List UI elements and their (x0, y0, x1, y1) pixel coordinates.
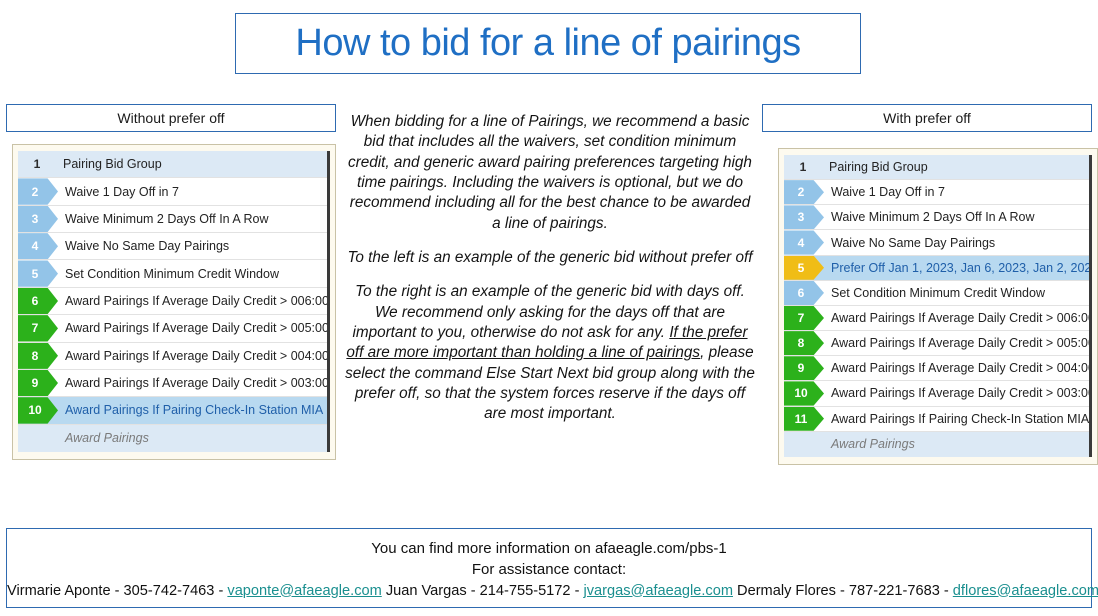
bid-row-arrow-icon: 8 (784, 331, 824, 356)
bid-row-label: Prefer Off Jan 1, 2023, Jan 6, 2023, Jan… (831, 260, 1089, 275)
bid-row[interactable]: 9 Award Pairings If Average Daily Credit … (18, 369, 327, 398)
footer-contacts-line: Virmarie Aponte - 305-742-7463 - vaponte… (7, 581, 1098, 602)
contact-email-link[interactable]: vaponte@afaeagle.com (227, 583, 381, 599)
bid-panel-without-prefer-off: 1 Pairing Bid Group 2 Waive 1 Day Off in 7 3… (12, 144, 336, 460)
explanatory-text: When bidding for a line of Pairings, we … (344, 112, 756, 425)
bid-row-label: Award Pairings If Average Daily Credit >… (65, 293, 327, 308)
bid-row-label: Award Pairings If Pairing Check-In Stati… (831, 411, 1089, 426)
page-title-box: How to bid for a line of pairings (235, 13, 861, 74)
bid-row-arrow-icon: 7 (784, 305, 824, 331)
bid-row[interactable]: 10 Award Pairings If Pairing Check-In Sta… (18, 397, 327, 425)
bid-row-arrow-icon: 4 (18, 233, 58, 260)
bid-row[interactable]: 1 Pairing Bid Group (784, 155, 1089, 181)
right-column-header-label: With prefer off (883, 110, 971, 126)
bid-row-arrow-icon: 3 (18, 205, 58, 233)
bid-row[interactable]: 8 Award Pairings If Average Daily Credit … (18, 342, 327, 370)
bid-row-label: Pairing Bid Group (63, 157, 162, 172)
bid-row-number: 1 (33, 157, 41, 172)
bid-row-arrow-icon: 2 (18, 178, 58, 205)
bid-row-label: Award Pairings If Pairing Check-In Stati… (65, 403, 324, 418)
bid-row-label: Set Condition Minimum Credit Window (65, 266, 279, 281)
bid-row-label: Pairing Bid Group (829, 160, 928, 175)
bid-footer-label: Award Pairings (831, 437, 915, 452)
bid-row-number: 1 (799, 160, 807, 175)
footer-contact-box: You can find more information on afaeagl… (6, 528, 1098, 608)
bid-row[interactable]: 10 Award Pairings If Average Daily Credit… (784, 381, 1089, 407)
bid-row-arrow-icon: 11 (784, 406, 824, 431)
paragraph-3: To the right is an example of the generi… (344, 282, 756, 424)
bid-row-label: Waive Minimum 2 Days Off In A Row (831, 210, 1035, 225)
bid-row-label: Waive 1 Day Off in 7 (831, 185, 945, 200)
bid-row-label: Waive No Same Day Pairings (65, 239, 230, 254)
right-column-header: With prefer off (762, 104, 1092, 132)
bid-row[interactable]: 11 Award Pairings If Pairing Check-In Sta… (784, 406, 1089, 432)
bid-row[interactable]: 3 Waive Minimum 2 Days Off In A Row (784, 205, 1089, 231)
contact-name-phone: Juan Vargas - 214-755-5172 - (381, 582, 584, 599)
bid-row-label: Set Condition Minimum Credit Window (831, 285, 1045, 300)
bid-row[interactable]: 8 Award Pairings If Average Daily Credit … (784, 331, 1089, 357)
bid-row[interactable]: 2 Waive 1 Day Off in 7 (784, 180, 1089, 206)
bid-row[interactable]: 4 Waive No Same Day Pairings (18, 233, 327, 261)
bid-row-arrow-icon: 5 (784, 255, 824, 280)
bid-row[interactable]: 4 Waive No Same Day Pairings (784, 230, 1089, 256)
bid-row[interactable]: 1 Pairing Bid Group (18, 151, 327, 179)
bid-row-arrow-icon: 10 (18, 397, 58, 424)
bid-row-label: Award Pairings If Average Daily Credit >… (65, 376, 327, 391)
left-column-header-label: Without prefer off (117, 110, 225, 126)
bid-row[interactable]: 7 Award Pairings If Average Daily Credit … (784, 305, 1089, 332)
bid-row-label: Award Pairings If Average Daily Credit >… (65, 321, 327, 336)
bid-row-arrow-icon: 4 (784, 230, 824, 255)
contact-name-phone: Virmarie Aponte - 305-742-7463 - (7, 582, 228, 599)
bid-row-label: Award Pairings If Average Daily Credit >… (831, 386, 1089, 401)
bid-row-arrow-icon: 9 (784, 356, 824, 381)
bid-row-label: Waive 1 Day Off in 7 (65, 184, 179, 199)
page-title: How to bid for a line of pairings (295, 22, 801, 64)
bid-row-label: Award Pairings If Average Daily Credit >… (831, 336, 1089, 351)
bid-row[interactable]: 3 Waive Minimum 2 Days Off In A Row (18, 205, 327, 234)
left-column-header: Without prefer off (6, 104, 336, 132)
bid-row-arrow-icon: 6 (784, 280, 824, 305)
bid-row-arrow-icon: 10 (784, 381, 824, 406)
bid-panel-with-prefer-off: 1 Pairing Bid Group 2 Waive 1 Day Off in 7 3… (778, 148, 1098, 465)
footer-info-line: You can find more information on afaeagl… (371, 540, 727, 557)
paragraph-1: When bidding for a line of Pairings, we … (348, 113, 752, 232)
bid-row-label: Award Pairings If Average Daily Credit >… (831, 311, 1089, 326)
bid-row-label: Waive Minimum 2 Days Off In A Row (65, 211, 269, 226)
bid-row-arrow-icon: 6 (18, 287, 58, 315)
bid-row[interactable]: 9 Award Pairings If Average Daily Credit … (784, 356, 1089, 382)
bid-row-label: Waive No Same Day Pairings (831, 235, 996, 250)
footer-assistance-line: For assistance contact: (471, 561, 627, 579)
bid-row-list-right[interactable]: 1 Pairing Bid Group 2 Waive 1 Day Off in 7 3… (784, 155, 1092, 457)
paragraph-2: To the left is an example of the generic… (347, 249, 753, 267)
bid-row-award-pairings-footer: Award Pairings (784, 431, 1089, 457)
contact-name-phone: Dermaly Flores - 787-221-7683 - (732, 582, 953, 599)
bid-row-arrow-icon: 7 (18, 315, 58, 342)
bid-row[interactable]: 6 Award Pairings If Average Daily Credit … (18, 287, 327, 316)
bid-row-arrow-icon: 5 (18, 260, 58, 287)
bid-row-list-left[interactable]: 1 Pairing Bid Group 2 Waive 1 Day Off in 7 3… (18, 151, 330, 452)
bid-row[interactable]: 5 Set Condition Minimum Credit Window (18, 260, 327, 288)
bid-row-arrow-icon: 2 (784, 180, 824, 205)
bid-row[interactable]: 2 Waive 1 Day Off in 7 (18, 178, 327, 206)
contact-email-link[interactable]: dflores@afaeagle.com (953, 583, 1098, 599)
bid-row-arrow-icon: 9 (18, 369, 58, 397)
bid-row-arrow-icon: 3 (784, 205, 824, 230)
bid-row-label: Award Pairings If Average Daily Credit >… (831, 361, 1089, 376)
bid-row-label: Award Pairings If Average Daily Credit >… (65, 348, 327, 363)
bid-row[interactable]: 7 Award Pairings If Average Daily Credit … (18, 315, 327, 343)
bid-footer-label: Award Pairings (65, 431, 149, 446)
bid-row[interactable]: 5 Prefer Off Jan 1, 2023, Jan 6, 2023, Ja… (784, 255, 1089, 281)
bid-row-arrow-icon: 8 (18, 342, 58, 369)
bid-row[interactable]: 6 Set Condition Minimum Credit Window (784, 280, 1089, 306)
contact-email-link[interactable]: jvargas@afaeagle.com (584, 583, 733, 599)
bid-row-award-pairings-footer: Award Pairings (18, 424, 327, 452)
